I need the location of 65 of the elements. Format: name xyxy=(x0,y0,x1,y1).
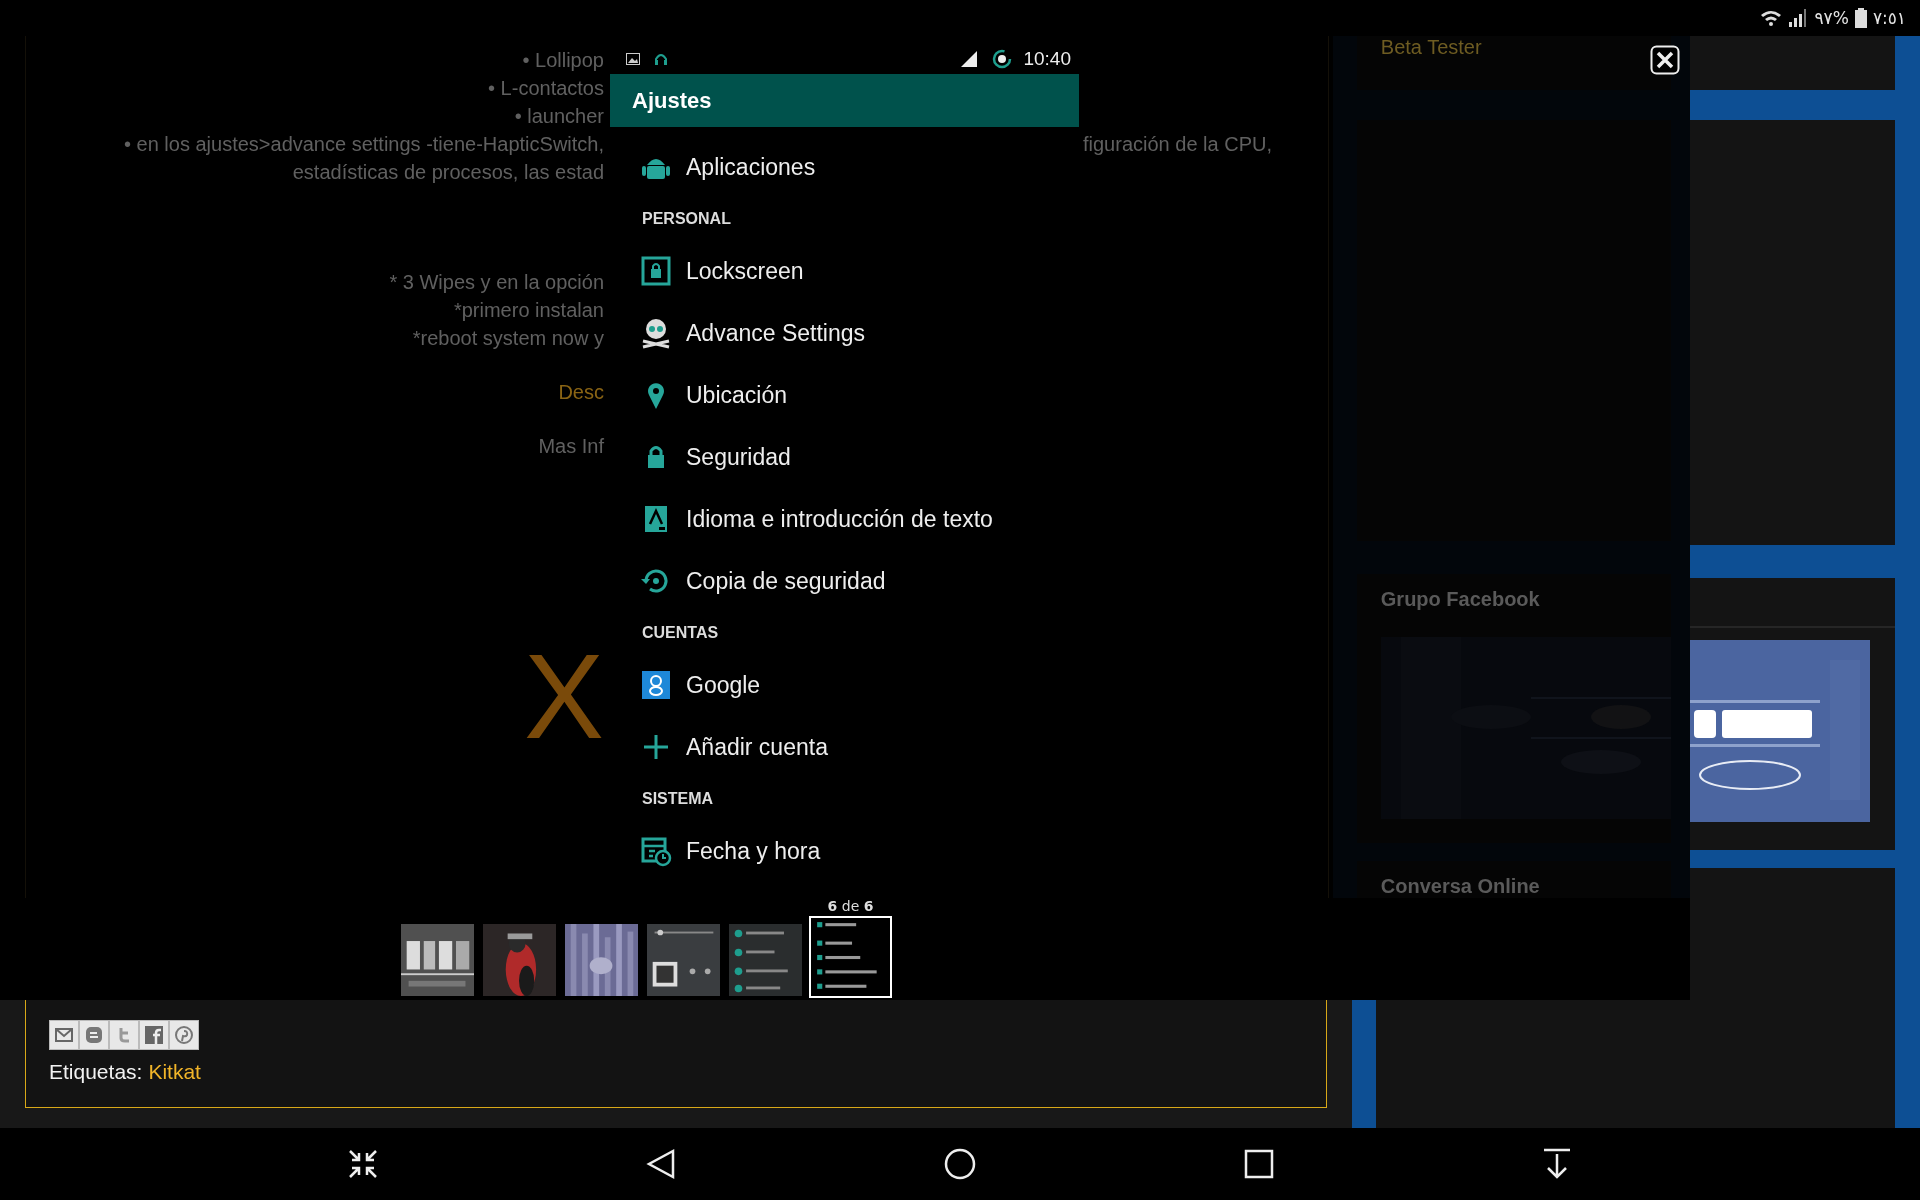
settings-item[interactable]: Advance Settings xyxy=(610,302,1079,364)
clock: ٧:٥١ xyxy=(1872,8,1906,28)
post-text: • Lollipop xyxy=(522,48,604,73)
settings-item[interactable]: Idioma e introducción de texto xyxy=(610,488,1079,550)
signal-icon xyxy=(961,51,978,67)
post-link[interactable]: Desc xyxy=(558,378,604,406)
battery-percent: ٩٧% xyxy=(1814,8,1849,28)
lock-screen-icon xyxy=(640,255,672,287)
post-text: • launcher xyxy=(514,104,604,129)
envelope-icon xyxy=(55,1028,73,1042)
settings-item[interactable]: Añadir cuenta xyxy=(610,716,1079,778)
calendar-clock-icon xyxy=(640,835,672,867)
section-header: PERSONAL xyxy=(641,209,732,229)
post-text: *primero instalan xyxy=(453,298,604,323)
blog-icon xyxy=(85,1026,103,1044)
recents-button[interactable] xyxy=(1244,1149,1274,1179)
post-text: Mas Inf xyxy=(538,434,604,459)
settings-item[interactable]: Google xyxy=(610,654,1079,716)
section-header: SISTEMA xyxy=(641,789,715,809)
back-icon xyxy=(646,1148,676,1180)
close-button[interactable] xyxy=(1650,45,1680,75)
tag-link[interactable]: Kitkat xyxy=(148,1060,201,1084)
facebook-icon xyxy=(145,1026,163,1044)
widget-title: Beta Tester xyxy=(1380,36,1483,59)
blog-share-button[interactable] xyxy=(79,1020,109,1050)
logo-letter: X xyxy=(523,636,604,756)
image-icon xyxy=(626,53,640,65)
pin-icon xyxy=(175,1026,193,1044)
hide-bar-button[interactable] xyxy=(1542,1148,1572,1180)
google-icon xyxy=(640,669,672,701)
headphones-icon xyxy=(654,53,668,65)
widget-title: Grupo Facebook xyxy=(1380,587,1541,611)
post-text: * 3 Wipes y en la opción xyxy=(389,270,604,295)
pinterest-share-button[interactable] xyxy=(169,1020,199,1050)
widget-title: Conversa Online xyxy=(1380,875,1541,898)
app-title: Ajustes xyxy=(632,87,712,114)
settings-item[interactable]: Seguridad xyxy=(610,426,1079,488)
post-text: *reboot system now y xyxy=(412,326,604,351)
settings-item[interactable]: Fecha y hora xyxy=(610,820,1079,882)
facebook-share-button[interactable] xyxy=(139,1020,169,1050)
post-text: figuración de la CPU, xyxy=(1083,132,1273,157)
sync-icon xyxy=(991,48,1014,70)
home-icon xyxy=(944,1148,976,1180)
back-button[interactable] xyxy=(646,1148,676,1180)
settings-item[interactable]: Ubicación xyxy=(610,364,1079,426)
email-share-button[interactable] xyxy=(49,1020,79,1050)
phone-clock: 10:40 xyxy=(1023,48,1071,70)
settings-item[interactable]: Aplicaciones xyxy=(610,136,1079,198)
post-text: • en los ajustes>advance settings -tiene-HapticSwitch, xyxy=(123,132,604,157)
settings-item[interactable]: Copia de seguridad xyxy=(610,550,1079,612)
recents-icon xyxy=(1244,1149,1274,1179)
arrow-down-icon xyxy=(1542,1148,1572,1180)
wifi-icon xyxy=(1760,9,1783,27)
signal-icon xyxy=(1788,8,1809,28)
home-button[interactable] xyxy=(944,1148,976,1180)
collapse-icon xyxy=(348,1149,378,1179)
post-text: estadísticas de procesos, las estad xyxy=(292,160,604,185)
settings-item[interactable]: Lockscreen xyxy=(610,240,1079,302)
tags-label: Etiquetas: xyxy=(49,1060,143,1084)
skull-icon xyxy=(640,317,672,349)
image-counter: 6 de 6 xyxy=(827,898,874,914)
collapse-button[interactable] xyxy=(348,1149,378,1179)
post-text: • L-contactos xyxy=(488,76,604,101)
battery-icon xyxy=(1854,8,1867,28)
section-header: CUENTAS xyxy=(641,623,720,643)
